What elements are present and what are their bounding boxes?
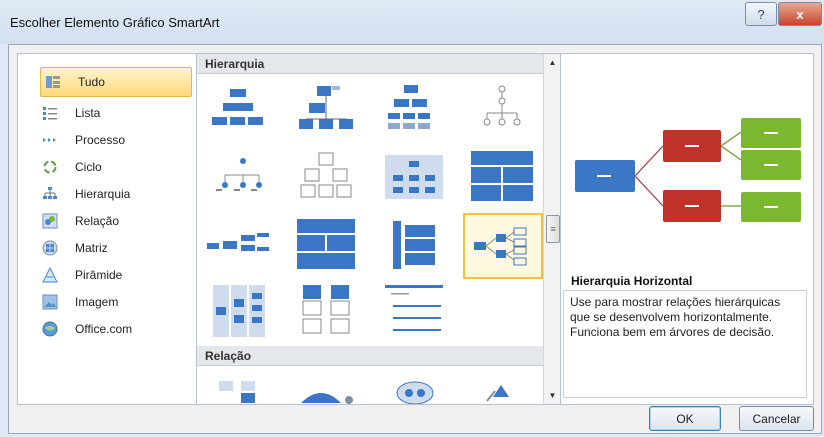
category-item-processo[interactable]: Processo <box>20 126 196 154</box>
layout-thumbnail[interactable] <box>465 146 539 208</box>
layout-thumbnail[interactable] <box>289 214 363 276</box>
category-label: Office.com <box>75 322 133 336</box>
category-item-matriz[interactable]: Matriz <box>20 234 196 262</box>
layout-thumbnail[interactable] <box>289 78 363 140</box>
category-label: Relação <box>75 214 120 228</box>
section-header-hierarquia: Hierarquia <box>197 54 543 74</box>
layout-description: Use para mostrar relações hierárquicas q… <box>563 290 807 398</box>
layout-thumbnail-selected[interactable] <box>463 213 543 279</box>
layout-thumbnail[interactable] <box>201 78 275 140</box>
scroll-thumb[interactable]: ≡ <box>546 215 560 243</box>
layout-preview <box>575 118 801 222</box>
category-label: Pirâmide <box>75 268 123 282</box>
dialog-body: Tudo Lista Processo Ciclo Hierarquia Rel… <box>8 44 822 434</box>
details-pane: Hierarquia Horizontal Use para mostrar r… <box>560 53 814 405</box>
hierarchy-icon <box>42 186 58 202</box>
layout-thumbnail[interactable] <box>289 146 363 208</box>
close-button[interactable]: x <box>778 2 822 26</box>
all-icon <box>45 74 61 90</box>
layout-thumbnail[interactable] <box>289 280 363 342</box>
category-item-relacao[interactable]: Relação <box>20 207 196 235</box>
help-icon: ? <box>757 6 765 22</box>
category-item-lista[interactable]: Lista <box>20 99 196 127</box>
help-button[interactable]: ? <box>745 2 777 26</box>
scroll-up-icon[interactable]: ▲ <box>544 54 561 71</box>
layout-thumbnail[interactable] <box>201 146 275 208</box>
layout-thumbnail[interactable] <box>377 146 451 208</box>
cancel-button[interactable]: Cancelar <box>739 406 814 431</box>
close-icon: x <box>796 6 804 22</box>
matrix-icon <box>42 240 58 256</box>
layout-thumbnail[interactable] <box>377 78 451 140</box>
category-label: Hierarquia <box>75 187 131 201</box>
category-item-hierarquia[interactable]: Hierarquia <box>20 180 196 208</box>
category-list: Tudo Lista Processo Ciclo Hierarquia Rel… <box>17 53 199 405</box>
process-icon <box>42 132 58 148</box>
ok-button[interactable]: OK <box>649 406 721 431</box>
category-item-office-com[interactable]: Office.com <box>20 315 196 343</box>
window-title: Escolher Elemento Gráfico SmartArt <box>10 15 220 30</box>
list-icon <box>42 105 58 121</box>
layout-thumbnail[interactable] <box>201 280 275 342</box>
category-item-imagem[interactable]: Imagem <box>20 288 196 316</box>
category-label: Tudo <box>78 75 105 89</box>
category-item-ciclo[interactable]: Ciclo <box>20 153 196 181</box>
title-bar: Escolher Elemento Gráfico SmartArt ? x <box>0 0 824 44</box>
layout-thumbnail[interactable] <box>377 280 451 342</box>
category-item-tudo[interactable]: Tudo <box>40 67 192 97</box>
office-com-icon <box>42 321 58 337</box>
picture-icon <box>42 294 58 310</box>
layout-thumbnail[interactable] <box>201 214 275 276</box>
layout-thumbnail[interactable] <box>465 370 539 404</box>
category-label: Matriz <box>75 241 108 255</box>
category-label: Imagem <box>75 295 119 309</box>
gallery-scrollbar[interactable]: ▲ ≡ ▼ <box>543 54 561 404</box>
relationship-icon <box>42 213 58 229</box>
category-label: Processo <box>75 133 126 147</box>
category-label: Lista <box>75 106 101 120</box>
category-item-piramide[interactable]: Pirâmide <box>20 261 196 289</box>
cycle-icon <box>42 159 58 175</box>
layout-title: Hierarquia Horizontal <box>571 274 693 288</box>
section-header-relacao: Relação <box>197 346 543 366</box>
layout-thumbnail[interactable] <box>201 370 275 404</box>
layout-gallery: Hierarquia Relação ▲ ≡ ▼ <box>196 53 562 405</box>
layout-thumbnail[interactable] <box>289 370 363 404</box>
layout-thumbnail[interactable] <box>377 214 451 276</box>
category-label: Ciclo <box>75 160 102 174</box>
scroll-down-icon[interactable]: ▼ <box>544 387 561 404</box>
layout-thumbnail[interactable] <box>465 78 539 140</box>
pyramid-icon <box>42 267 58 283</box>
layout-thumbnail[interactable] <box>377 370 451 404</box>
